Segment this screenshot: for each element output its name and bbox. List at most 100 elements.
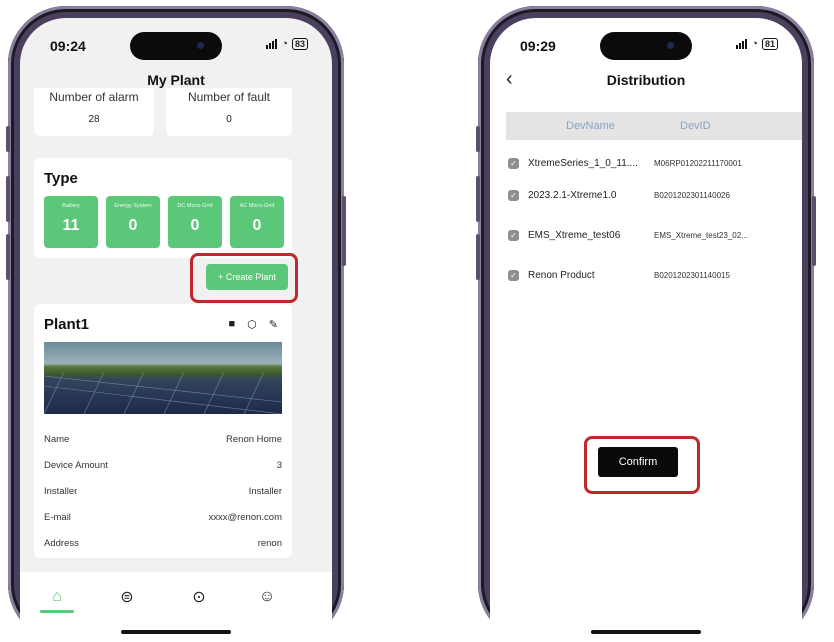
signal-icon xyxy=(266,39,278,49)
left-phone-frame: 09:24 ◔ 83 My Plant Number of alarm 28 N… xyxy=(6,6,346,642)
type-heading: Type xyxy=(44,170,78,187)
alarm-value: 28 xyxy=(88,114,100,125)
cube-icon[interactable]: ⬡ xyxy=(247,318,257,331)
device-row[interactable]: ✓ EMS_Xtreme_test06 EMS_Xtreme_test23_02..… xyxy=(508,230,792,241)
table-header: DevName DevID xyxy=(506,112,802,140)
type-tile-energy-system[interactable]: Energy System 0 xyxy=(106,196,160,248)
type-tile-label: Energy System xyxy=(114,203,152,209)
detail-value: 3 xyxy=(276,460,282,471)
device-name: XtremeSeries_1_0_11.... xyxy=(528,158,638,169)
detail-row-name: Name Renon Home xyxy=(44,434,282,445)
device-id: EMS_Xtreme_test23_02... xyxy=(654,231,748,240)
type-card: Type Battery 11 Energy System 0 DC Micro-G… xyxy=(34,158,292,258)
home-icon[interactable]: ⌂ xyxy=(46,586,68,608)
device-row[interactable]: ✓ Renon Product B0201202301140015 xyxy=(508,270,792,281)
battery-icon: 83 xyxy=(291,38,308,50)
mute-switch xyxy=(6,126,10,152)
fault-value: 0 xyxy=(226,114,232,125)
wifi-icon: ◔ xyxy=(281,38,288,50)
column-header-devname: DevName xyxy=(566,120,615,132)
solar-panels-graphic xyxy=(44,371,282,414)
detail-value: Renon Home xyxy=(226,434,282,445)
device-row[interactable]: ✓ 2023.2.1-Xtreme1.0 B0201202301140026 xyxy=(508,190,792,201)
device-id: M06RP01202211170001 xyxy=(654,159,742,168)
plant-card: Plant1 ■ ⬡ ✎ Name Renon Home Device Amoun… xyxy=(34,304,292,558)
detail-value: Installer xyxy=(248,486,282,497)
trash-icon[interactable]: ■ xyxy=(229,318,236,331)
create-plant-button[interactable]: + Create Plant xyxy=(206,264,288,290)
mute-switch xyxy=(476,126,480,152)
detail-label: E-mail xyxy=(44,512,71,523)
type-tile-value: 0 xyxy=(190,217,200,234)
wifi-icon: ◔ xyxy=(751,38,758,50)
confirm-button[interactable]: Confirm xyxy=(598,447,678,477)
detail-label: Name xyxy=(44,434,70,445)
device-id: B0201202301140026 xyxy=(654,191,730,200)
device-name: EMS_Xtreme_test06 xyxy=(528,230,621,241)
status-icons: ◔ 83 xyxy=(266,38,308,50)
alarm-label: Number of alarm xyxy=(49,90,139,104)
detail-row-email: E-mail xxxx@renon.com xyxy=(44,512,282,523)
type-tile-label: DC Micro-Grid xyxy=(177,203,213,209)
detail-label: Device Amount xyxy=(44,460,108,471)
volume-down-button xyxy=(476,234,480,280)
alarm-card: Number of alarm 28 xyxy=(34,88,154,136)
column-header-devid: DevID xyxy=(680,120,711,132)
dynamic-island xyxy=(130,32,222,60)
type-tile-label: Battery xyxy=(62,203,80,209)
power-button xyxy=(812,196,816,266)
detail-value: renon xyxy=(257,538,282,549)
plant-name: Plant1 xyxy=(44,316,90,333)
status-icons: ◔ 81 xyxy=(736,38,778,50)
page-title: My Plant xyxy=(147,72,205,88)
detail-row-address: Address renon xyxy=(44,538,282,549)
home-indicator xyxy=(121,630,231,634)
signal-icon xyxy=(736,39,748,49)
page-title: Distribution xyxy=(606,72,686,88)
type-tile-dc-micro-grid[interactable]: DC Micro-Grid 0 xyxy=(168,196,222,248)
plant-actions: ■ ⬡ ✎ xyxy=(229,318,278,331)
volume-down-button xyxy=(6,234,10,280)
type-tile-value: 0 xyxy=(128,217,138,234)
device-name: Renon Product xyxy=(528,270,595,281)
type-tile-ac-micro-grid[interactable]: AC Micro-Grid 0 xyxy=(230,196,284,248)
type-tile-label: AC Micro-Grid xyxy=(239,203,275,209)
device-name: 2023.2.1-Xtreme1.0 xyxy=(528,190,617,201)
home-indicator xyxy=(591,630,701,634)
dynamic-island xyxy=(600,32,692,60)
edit-pencil-icon[interactable]: ✎ xyxy=(269,318,278,331)
bottom-nav: ⌂ ⊜ ⊙ ☺ xyxy=(20,572,332,642)
fault-card: Number of fault 0 xyxy=(166,88,292,136)
device-icon[interactable]: ⊙ xyxy=(188,586,210,608)
type-tile-value: 11 xyxy=(62,217,80,234)
type-tile-value: 0 xyxy=(252,217,262,234)
detail-label: Installer xyxy=(44,486,78,497)
checkbox-icon[interactable]: ✓ xyxy=(508,230,519,241)
device-row[interactable]: ✓ XtremeSeries_1_0_11.... M06RP01202211170… xyxy=(508,158,792,169)
fault-label: Number of fault xyxy=(187,90,271,104)
detail-label: Address xyxy=(44,538,79,549)
power-button xyxy=(342,196,346,266)
detail-value: xxxx@renon.com xyxy=(208,512,282,523)
plant-photo xyxy=(44,342,282,414)
volume-up-button xyxy=(6,176,10,222)
user-icon[interactable]: ☺ xyxy=(256,586,278,608)
right-screen: 09:29 ◔ 81 ‹ Distribution DevName DevID … xyxy=(490,18,802,642)
right-phone-frame: 09:29 ◔ 81 ‹ Distribution DevName DevID … xyxy=(476,6,816,642)
type-tile-battery[interactable]: Battery 11 xyxy=(44,196,98,248)
battery-icon: 81 xyxy=(761,38,778,50)
home-tab-indicator xyxy=(40,610,74,613)
camera-dot xyxy=(197,42,204,49)
camera-dot xyxy=(667,42,674,49)
left-screen: 09:24 ◔ 83 My Plant Number of alarm 28 N… xyxy=(20,18,332,642)
checkbox-icon[interactable]: ✓ xyxy=(508,190,519,201)
status-time: 09:24 xyxy=(50,38,86,54)
device-id: B0201202301140015 xyxy=(654,271,730,280)
detail-row-device-amount: Device Amount 3 xyxy=(44,460,282,471)
checkbox-icon[interactable]: ✓ xyxy=(508,270,519,281)
volume-up-button xyxy=(476,176,480,222)
status-time: 09:29 xyxy=(520,38,556,54)
checkbox-icon[interactable]: ✓ xyxy=(508,158,519,169)
plant-icon[interactable]: ⊜ xyxy=(116,586,138,608)
detail-row-installer: Installer Installer xyxy=(44,486,282,497)
